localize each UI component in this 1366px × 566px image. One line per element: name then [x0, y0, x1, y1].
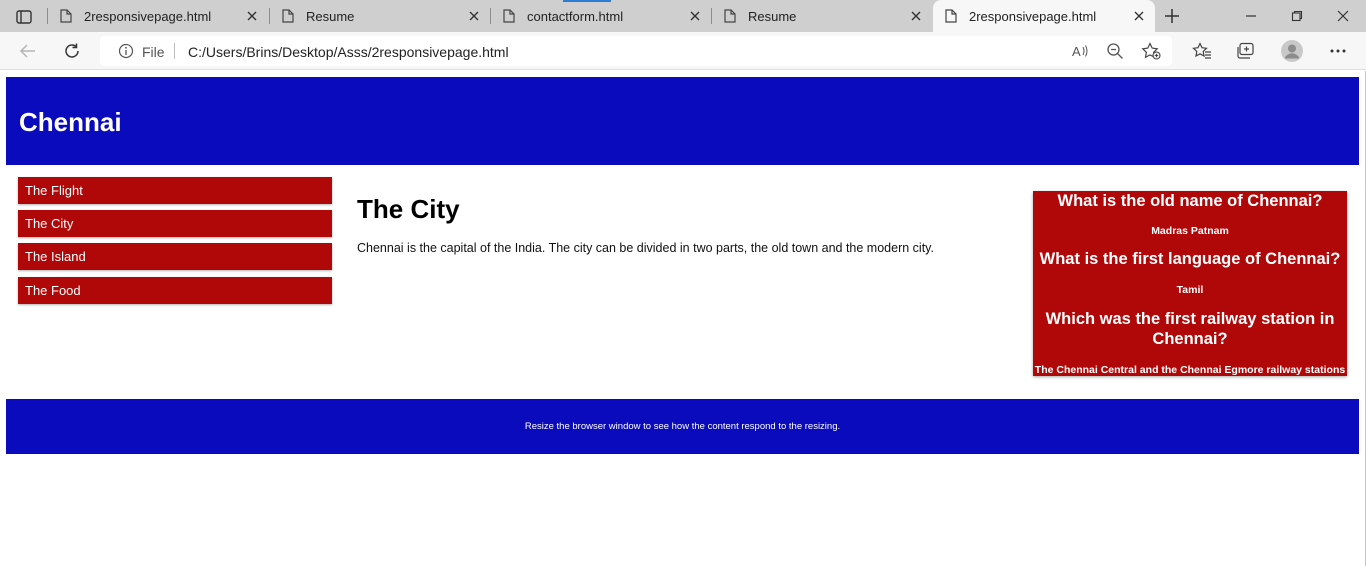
- address-separator: [174, 43, 175, 59]
- page-header: Chennai: [6, 77, 1359, 165]
- page-footer: Resize the browser window to see how the…: [6, 399, 1359, 454]
- info-icon[interactable]: [118, 43, 134, 64]
- section-text: Chennai is the capital of the India. The…: [357, 241, 934, 255]
- tab-title: contactform.html: [527, 9, 624, 24]
- tab-title: 2responsivepage.html: [84, 9, 212, 24]
- page-icon: [503, 9, 515, 26]
- tab-resume-2[interactable]: Resume: [712, 0, 932, 32]
- refresh-icon[interactable]: [58, 38, 86, 64]
- close-icon[interactable]: [687, 8, 703, 24]
- tab-bar: 2responsivepage.html Resume contactform.…: [0, 0, 1366, 32]
- footer-text: Resize the browser window to see how the…: [524, 421, 841, 432]
- tab-2responsivepage-1[interactable]: 2responsivepage.html: [48, 0, 268, 32]
- menu-item-city[interactable]: The City: [18, 210, 332, 237]
- faq-question: What is the first language of Chennai?: [1039, 250, 1341, 268]
- close-icon[interactable]: [244, 8, 260, 24]
- more-icon[interactable]: [1324, 38, 1352, 64]
- page-icon: [60, 9, 72, 26]
- page-icon: [945, 9, 957, 26]
- restore-icon[interactable]: [1274, 0, 1320, 32]
- faq-answer: The Chennai Central and the Chennai Egmo…: [1034, 364, 1346, 376]
- tab-title: 2responsivepage.html: [969, 9, 1097, 24]
- address-bar[interactable]: File C:/Users/Brins/Desktop/Asss/2respon…: [100, 36, 1172, 66]
- faq-answer: Tamil: [1176, 284, 1204, 296]
- svg-text:A: A: [1072, 44, 1081, 59]
- browser-toolbar: File C:/Users/Brins/Desktop/Asss/2respon…: [0, 32, 1366, 70]
- read-aloud-icon[interactable]: A: [1066, 38, 1094, 64]
- tab-2responsivepage-active[interactable]: 2responsivepage.html: [933, 0, 1155, 32]
- window-close-icon[interactable]: [1320, 0, 1366, 32]
- tab-actions-icon[interactable]: [8, 6, 40, 28]
- profile-avatar-icon[interactable]: [1278, 38, 1306, 64]
- faq-aside: What is the old name of Chennai? Madras …: [1033, 191, 1347, 376]
- section-title: The City: [357, 194, 460, 224]
- tab-resume-1[interactable]: Resume: [270, 0, 490, 32]
- collections-icon[interactable]: [1232, 38, 1260, 64]
- page-icon: [282, 9, 294, 26]
- plus-icon[interactable]: [1160, 5, 1184, 27]
- close-icon[interactable]: [466, 8, 482, 24]
- address-url[interactable]: C:/Users/Brins/Desktop/Asss/2responsivep…: [188, 44, 509, 60]
- tab-contactform[interactable]: contactform.html: [491, 0, 711, 32]
- close-icon[interactable]: [1131, 8, 1147, 24]
- add-favorite-icon[interactable]: [1137, 38, 1165, 64]
- zoom-out-icon[interactable]: [1101, 38, 1129, 64]
- page-icon: [724, 9, 736, 26]
- favorites-icon[interactable]: [1188, 38, 1216, 64]
- minimize-icon[interactable]: [1228, 0, 1274, 32]
- menu-item-island[interactable]: The Island: [18, 243, 332, 270]
- back-arrow-icon[interactable]: [14, 38, 42, 64]
- menu-item-flight[interactable]: The Flight: [18, 177, 332, 204]
- page-viewport: Chennai The Flight The City The Island T…: [0, 71, 1366, 566]
- tab-title: Resume: [748, 9, 797, 24]
- faq-question: What is the old name of Chennai?: [1057, 192, 1323, 210]
- faq-answer: Madras Patnam: [1151, 225, 1229, 237]
- tab-title: Resume: [306, 9, 355, 24]
- address-scheme-label: File: [142, 44, 165, 60]
- page-title: Chennai: [19, 107, 122, 137]
- close-icon[interactable]: [908, 8, 924, 24]
- faq-question: Which was the first railway station in C…: [1045, 310, 1335, 348]
- menu-item-food[interactable]: The Food: [18, 277, 332, 304]
